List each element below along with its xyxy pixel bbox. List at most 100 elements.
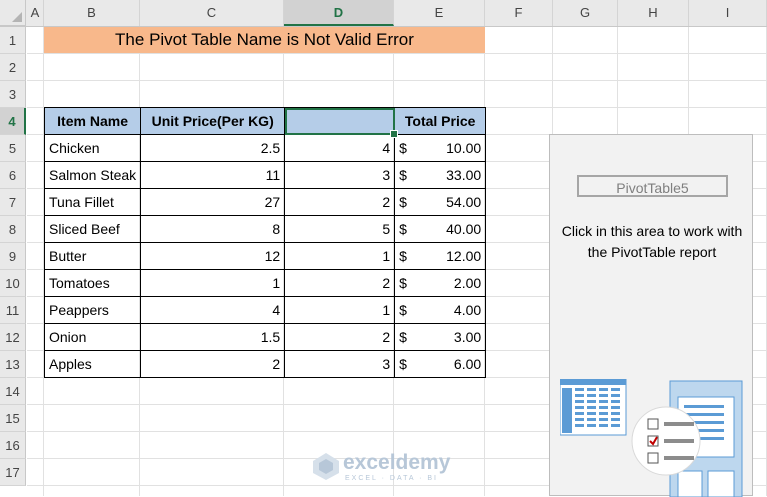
table-row: Salmon Steak 11 3 $33.00	[43, 161, 487, 189]
row-header-5[interactable]: 5	[0, 135, 26, 162]
pivot-instructions-line1: Click in this area to work with	[561, 223, 743, 239]
select-all-triangle-icon	[12, 12, 22, 22]
header-active-empty-cell[interactable]	[284, 107, 396, 135]
column-header-c[interactable]: C	[140, 0, 284, 26]
sheet-title: The Pivot Table Name is Not Valid Error	[44, 27, 485, 53]
cell-quantity[interactable]: 3	[284, 161, 396, 189]
currency-symbol: $	[399, 329, 407, 345]
gridline-row	[27, 53, 767, 54]
cell-item-name[interactable]: Butter	[43, 242, 142, 270]
pivot-table-name: PivotTable5	[577, 175, 728, 197]
total-amount: 12.00	[446, 248, 482, 264]
header-total-price[interactable]: Total Price	[394, 107, 487, 135]
fill-handle[interactable]	[390, 130, 398, 138]
select-all-corner[interactable]	[0, 0, 26, 26]
cell-quantity[interactable]: 1	[284, 242, 396, 270]
cell-quantity[interactable]: 2	[284, 323, 396, 351]
row-header-3[interactable]: 3	[0, 81, 26, 108]
total-amount: 40.00	[446, 221, 482, 237]
pivot-instructions: Click in this area to work with the Pivo…	[550, 221, 754, 263]
exceldemy-watermark: exceldemy EXCEL · DATA · BI	[311, 449, 461, 489]
table-row: Butter 12 1 $12.00	[43, 242, 487, 270]
header-unit-price[interactable]: Unit Price(Per KG)	[140, 107, 286, 135]
cell-item-name[interactable]: Salmon Steak	[43, 161, 142, 189]
cell-quantity[interactable]: 2	[284, 269, 396, 297]
total-amount: 3.00	[453, 329, 482, 345]
cell-unit-price[interactable]: 4	[140, 296, 286, 324]
row-header-10[interactable]: 10	[0, 270, 26, 297]
column-header-g[interactable]: G	[553, 0, 618, 26]
table-row: Onion 1.5 2 $3.00	[43, 323, 487, 351]
cell-quantity[interactable]: 3	[284, 350, 396, 378]
pivot-table-illustration-icon	[560, 379, 743, 497]
row-header-17[interactable]: 17	[0, 459, 26, 486]
table-row: Tuna Fillet 27 2 $54.00	[43, 188, 487, 216]
cell-unit-price[interactable]: 1.5	[140, 323, 286, 351]
cell-total-price[interactable]: $6.00	[394, 350, 487, 378]
cell-item-name[interactable]: Sliced Beef	[43, 215, 142, 243]
cell-quantity[interactable]: 1	[284, 296, 396, 324]
table-row: Tomatoes 1 2 $2.00	[43, 269, 487, 297]
row-header-12[interactable]: 12	[0, 324, 26, 351]
row-header-15[interactable]: 15	[0, 405, 26, 432]
total-amount: 2.00	[453, 275, 482, 291]
row-header-16[interactable]: 16	[0, 432, 26, 459]
row-header-14[interactable]: 14	[0, 378, 26, 405]
currency-symbol: $	[399, 275, 407, 291]
cell-quantity[interactable]: 5	[284, 215, 396, 243]
cell-total-price[interactable]: $54.00	[394, 188, 487, 216]
row-header-11[interactable]: 11	[0, 297, 26, 324]
cell-total-price[interactable]: $12.00	[394, 242, 487, 270]
item-price-table: Item Name Unit Price(Per KG) Total Price…	[43, 107, 487, 378]
row-header-1[interactable]: 1	[0, 27, 26, 54]
cell-item-name[interactable]: Onion	[43, 323, 142, 351]
row-header-7[interactable]: 7	[0, 189, 26, 216]
pivot-table-placeholder[interactable]: PivotTable5 Click in this area to work w…	[549, 134, 754, 497]
cell-item-name[interactable]: Chicken	[43, 134, 142, 162]
pivot-instructions-line2: the PivotTable report	[587, 244, 717, 260]
column-header-h[interactable]: H	[618, 0, 689, 26]
table-row: Apples 2 3 $6.00	[43, 350, 487, 378]
cell-total-price[interactable]: $4.00	[394, 296, 487, 324]
cell-unit-price[interactable]: 27	[140, 188, 286, 216]
currency-symbol: $	[399, 167, 407, 183]
table-row: Sliced Beef 8 5 $40.00	[43, 215, 487, 243]
cell-item-name[interactable]: Peappers	[43, 296, 142, 324]
cell-total-price[interactable]: $2.00	[394, 269, 487, 297]
row-header-13[interactable]: 13	[0, 351, 26, 378]
cell-total-price[interactable]: $10.00	[394, 134, 487, 162]
column-header-a[interactable]: A	[27, 0, 44, 26]
cell-unit-price[interactable]: 11	[140, 161, 286, 189]
cell-quantity[interactable]: 4	[284, 134, 396, 162]
column-header-b[interactable]: B	[44, 0, 140, 26]
column-header-d[interactable]: D	[284, 0, 394, 26]
cell-total-price[interactable]: $40.00	[394, 215, 487, 243]
cell-total-price[interactable]: $3.00	[394, 323, 487, 351]
total-amount: 6.00	[453, 356, 482, 372]
column-header-e[interactable]: E	[394, 0, 485, 26]
cell-item-name[interactable]: Apples	[43, 350, 142, 378]
table-header-row: Item Name Unit Price(Per KG) Total Price	[43, 107, 487, 135]
currency-symbol: $	[399, 221, 407, 237]
cell-unit-price[interactable]: 2.5	[140, 134, 286, 162]
total-amount: 54.00	[446, 194, 482, 210]
cell-unit-price[interactable]: 8	[140, 215, 286, 243]
watermark-brand: exceldemy	[343, 451, 451, 474]
row-header-8[interactable]: 8	[0, 216, 26, 243]
row-header-4[interactable]: 4	[0, 108, 26, 135]
row-header-6[interactable]: 6	[0, 162, 26, 189]
cell-item-name[interactable]: Tomatoes	[43, 269, 142, 297]
currency-symbol: $	[399, 140, 407, 156]
cell-total-price[interactable]: $33.00	[394, 161, 487, 189]
header-item-name[interactable]: Item Name	[43, 107, 142, 135]
cell-quantity[interactable]: 2	[284, 188, 396, 216]
cell-unit-price[interactable]: 1	[140, 269, 286, 297]
column-header-i[interactable]: I	[689, 0, 767, 26]
cell-unit-price[interactable]: 2	[140, 350, 286, 378]
cell-unit-price[interactable]: 12	[140, 242, 286, 270]
row-header-9[interactable]: 9	[0, 243, 26, 270]
cell-item-name[interactable]: Tuna Fillet	[43, 188, 142, 216]
column-header-f[interactable]: F	[485, 0, 553, 26]
row-header-2[interactable]: 2	[0, 54, 26, 81]
gridline-row	[27, 80, 767, 81]
